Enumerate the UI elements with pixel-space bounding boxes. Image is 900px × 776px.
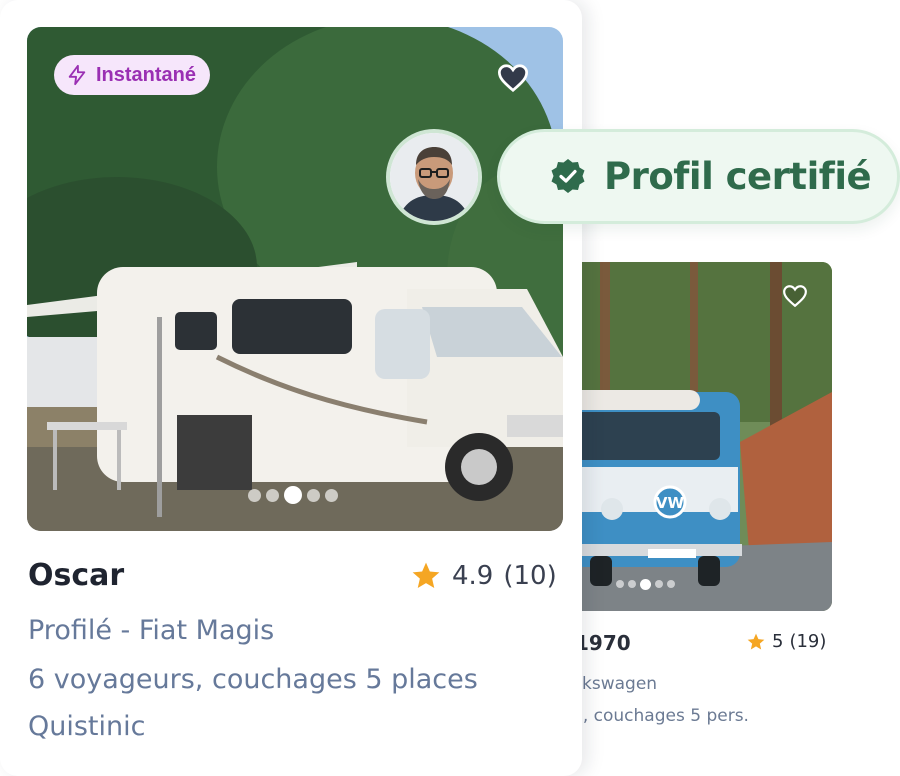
carousel-dot[interactable] — [616, 580, 624, 588]
lightning-icon — [68, 64, 86, 86]
listing-rating: 5 (19) — [746, 631, 826, 652]
carousel-dot[interactable] — [266, 488, 279, 502]
rating-value: 5 — [772, 631, 784, 652]
listing-title: Oscar — [28, 558, 125, 593]
svg-text:VW: VW — [656, 494, 685, 512]
carousel-dot[interactable] — [628, 580, 636, 588]
listing-card-secondary[interactable]: VW 1970 5 (19) kswagen s, couchages 5 pe… — [540, 208, 860, 768]
carousel-dot[interactable] — [655, 580, 663, 588]
carousel-dot[interactable] — [248, 488, 261, 502]
rating-count: (19) — [789, 631, 827, 652]
owner-avatar[interactable] — [386, 129, 482, 225]
check-shield-icon — [551, 158, 585, 193]
instant-booking-badge: Instantané — [54, 55, 211, 95]
certified-profile-badge: Profil certifié — [497, 129, 900, 224]
carousel-dot-active[interactable] — [640, 578, 651, 590]
listing-photo-vw-van[interactable]: VW — [570, 262, 832, 611]
listing-photo-motorhome[interactable] — [27, 27, 563, 531]
certified-profile-label: Profil certifié — [604, 155, 872, 198]
listing-capacity: s, couchages 5 pers. — [574, 706, 749, 726]
rating-value: 4.9 — [452, 561, 494, 591]
star-icon — [747, 633, 765, 649]
instant-booking-label: Instantané — [96, 63, 197, 86]
carousel-dot[interactable] — [667, 580, 675, 588]
carousel-dot[interactable] — [307, 488, 320, 502]
listing-title: 1970 — [575, 631, 631, 655]
carousel-dot-active[interactable] — [284, 486, 302, 504]
listing-model: kswagen — [582, 674, 658, 694]
listing-card-main[interactable]: Instantané Oscar 4.9 (10) Profilé - Fiat… — [0, 0, 582, 776]
listing-capacity: 6 voyageurs, couchages 5 places — [28, 664, 478, 695]
listing-rating: 4.9 (10) — [410, 560, 557, 592]
listing-model: Profilé - Fiat Magis — [28, 615, 275, 646]
favorite-heart-icon[interactable] — [782, 284, 808, 308]
photo-carousel-dots[interactable] — [248, 486, 338, 504]
listing-location: Quistinic — [28, 711, 146, 742]
photo-carousel-dots[interactable] — [616, 578, 675, 590]
favorite-heart-icon[interactable] — [496, 63, 530, 93]
carousel-dot[interactable] — [325, 488, 338, 502]
rating-count: (10) — [503, 561, 557, 591]
star-icon — [412, 562, 440, 588]
